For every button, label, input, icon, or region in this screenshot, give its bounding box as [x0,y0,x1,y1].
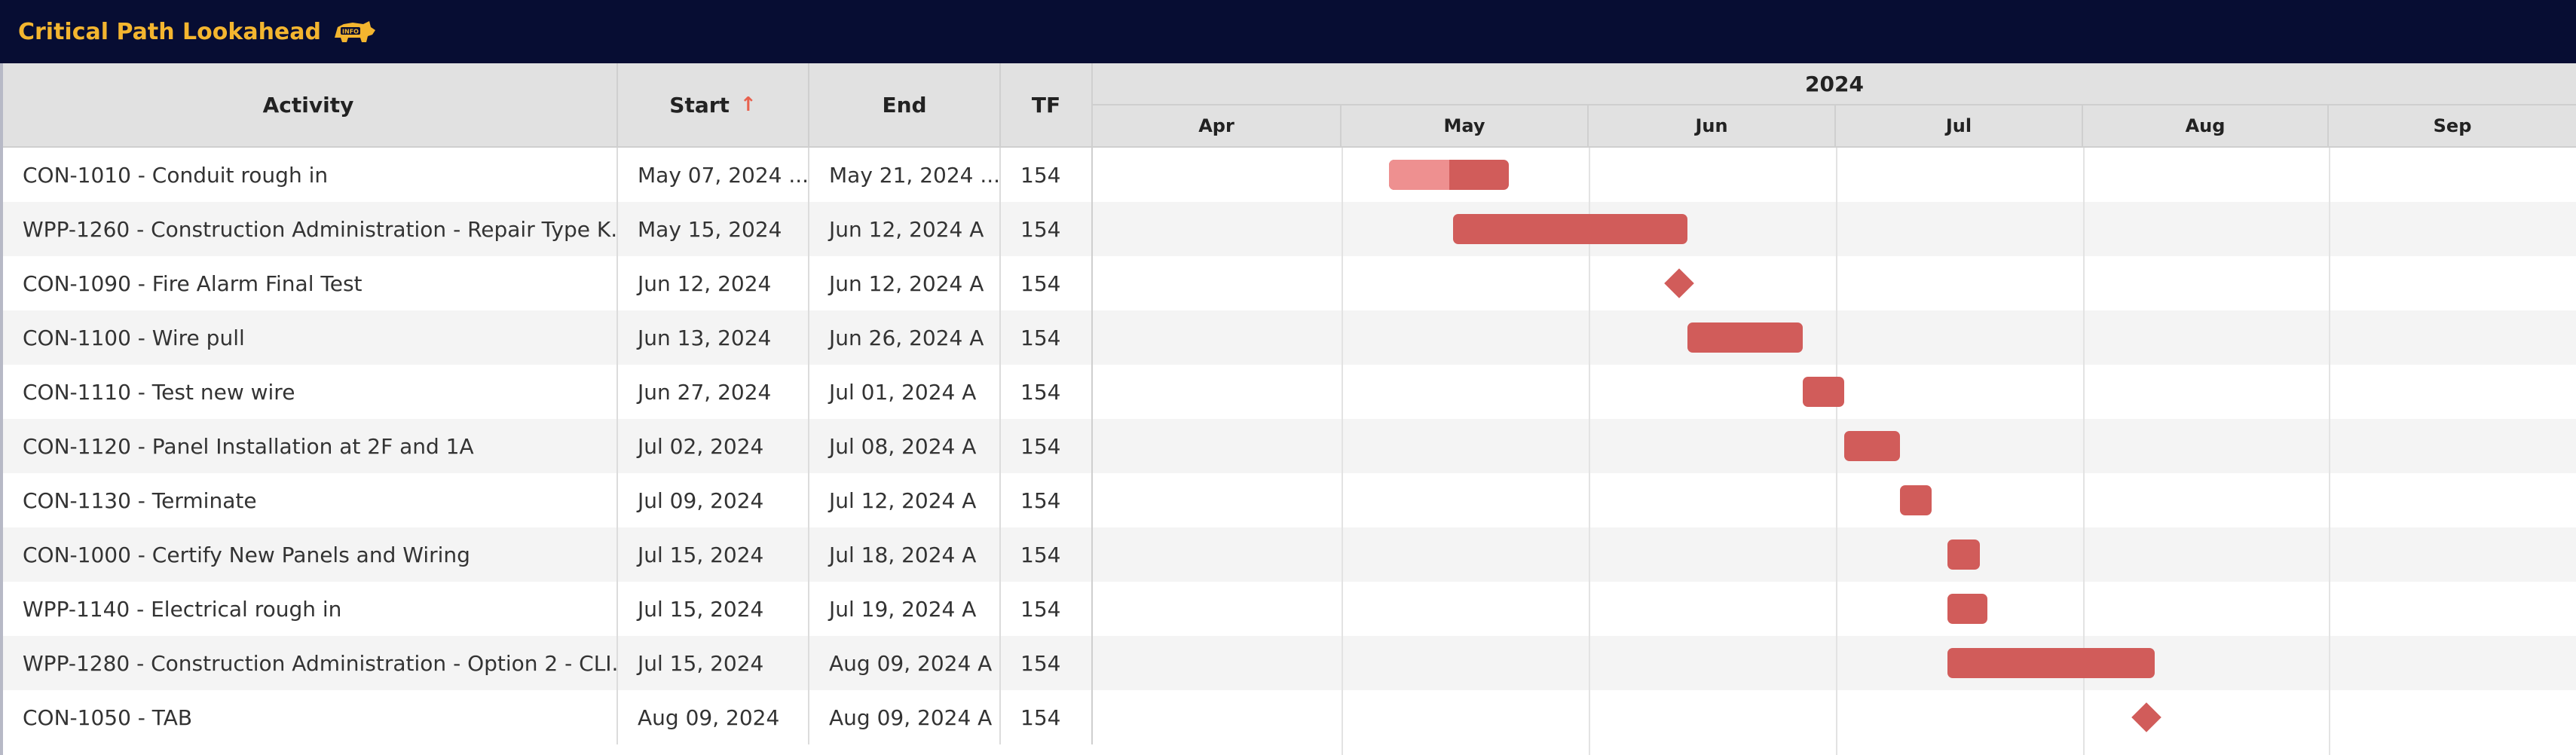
gantt-bar[interactable] [1687,322,1804,353]
total-float-cell: 154 [1001,473,1093,527]
timeline-month-jul: Jul [1836,105,2083,148]
activity-cell: CON-1090 - Fire Alarm Final Test [0,256,618,310]
table-row[interactable]: CON-1110 - Test new wire Jun 27, 2024 Jul … [0,365,2576,419]
gantt-bar[interactable] [1389,160,1510,190]
timeline-month-aug: Aug [2083,105,2329,148]
end-date-cell: Jul 12, 2024 A [809,473,1001,527]
gantt-bar[interactable] [1947,648,2155,678]
gantt-bar[interactable] [1803,377,1844,407]
timeline-month-jun: Jun [1589,105,1836,148]
start-date-cell: May 07, 2024 ... [618,148,809,202]
title-bar: Critical Path Lookahead INFO [0,0,2576,63]
start-date-cell: Jul 02, 2024 [618,419,809,473]
month-label: Sep [2433,115,2472,136]
column-header-tf-label: TF [1031,92,1061,118]
start-date-cell: Jun 12, 2024 [618,256,809,310]
total-float-cell: 154 [1001,582,1093,636]
table-row[interactable]: CON-1000 - Certify New Panels and Wiring… [0,527,2576,582]
end-date-cell: May 21, 2024 ... [809,148,1001,202]
timeline-month-sep: Sep [2329,105,2576,148]
end-date-cell: Jul 08, 2024 A [809,419,1001,473]
page-title: Critical Path Lookahead [18,18,321,45]
gantt-bar[interactable] [1453,214,1688,244]
total-float-cell: 154 [1001,636,1093,690]
table-row[interactable]: CON-1120 - Panel Installation at 2F and … [0,419,2576,473]
sort-ascending-icon[interactable]: ↑ [740,93,757,116]
month-gridline [2329,148,2330,755]
schedule-grid: Activity Start ↑ End TF 2024 Apr May Jun… [0,63,2576,755]
column-header-start[interactable]: Start ↑ [618,63,809,148]
app-window: Critical Path Lookahead INFO Activity St… [0,0,2576,755]
total-float-cell: 154 [1001,202,1093,256]
total-float-cell: 154 [1001,419,1093,473]
column-header-end[interactable]: End [809,63,1001,148]
activity-cell: CON-1100 - Wire pull [0,310,618,365]
activity-cell: WPP-1260 - Construction Administration -… [0,202,618,256]
timeline-year-label: 2024 [1805,71,1864,96]
start-date-cell: Jun 27, 2024 [618,365,809,419]
column-header-start-label: Start [669,92,730,118]
total-float-cell: 154 [1001,690,1093,744]
month-label: May [1443,115,1485,136]
end-date-cell: Jun 26, 2024 A [809,310,1001,365]
start-date-cell: Jul 15, 2024 [618,527,809,582]
month-label: Aug [2185,115,2226,136]
table-row[interactable]: WPP-1280 - Construction Administration -… [0,636,2576,690]
rhino-logo-icon: INFO [335,21,375,42]
end-date-cell: Aug 09, 2024 A [809,690,1001,744]
total-float-cell: 154 [1001,256,1093,310]
activity-cell: CON-1010 - Conduit rough in [0,148,618,202]
table-row[interactable]: CON-1050 - TAB Aug 09, 2024 Aug 09, 2024 A… [0,690,2576,744]
table-row[interactable]: CON-1010 - Conduit rough in May 07, 2024 … [0,148,2576,202]
activity-cell: CON-1130 - Terminate [0,473,618,527]
end-date-cell: Aug 09, 2024 A [809,636,1001,690]
total-float-cell: 154 [1001,310,1093,365]
table-row[interactable]: WPP-1140 - Electrical rough in Jul 15, 20… [0,582,2576,636]
column-header-activity-label: Activity [262,92,354,118]
timeline-month-apr: Apr [1093,105,1342,148]
end-date-cell: Jul 18, 2024 A [809,527,1001,582]
start-date-cell: Jul 09, 2024 [618,473,809,527]
activity-cell: CON-1120 - Panel Installation at 2F and … [0,419,618,473]
start-date-cell: May 15, 2024 [618,202,809,256]
total-float-cell: 154 [1001,365,1093,419]
end-date-cell: Jul 19, 2024 A [809,582,1001,636]
column-header-tf[interactable]: TF [1001,63,1093,148]
activity-cell: WPP-1280 - Construction Administration -… [0,636,618,690]
start-date-cell: Jun 13, 2024 [618,310,809,365]
start-date-cell: Jul 15, 2024 [618,582,809,636]
activity-cell: WPP-1140 - Electrical rough in [0,582,618,636]
left-edge [0,63,3,755]
end-date-cell: Jun 12, 2024 A [809,202,1001,256]
end-date-cell: Jul 01, 2024 A [809,365,1001,419]
gantt-bar-progress [1389,160,1449,190]
table-row[interactable]: WPP-1260 - Construction Administration -… [0,202,2576,256]
month-label: Jul [1945,115,1972,136]
column-header-activity[interactable]: Activity [0,63,618,148]
end-date-cell: Jun 12, 2024 A [809,256,1001,310]
activity-cell: CON-1110 - Test new wire [0,365,618,419]
month-label: Jun [1695,115,1728,136]
month-gridline [1836,148,1837,755]
month-label: Apr [1198,115,1234,136]
total-float-cell: 154 [1001,148,1093,202]
activity-cell: CON-1050 - TAB [0,690,618,744]
timeline-year-header: 2024 [1093,63,2576,105]
gantt-bar[interactable] [1899,485,1932,515]
gantt-bar[interactable] [1843,431,1900,461]
column-header-end-label: End [882,92,927,118]
total-float-cell: 154 [1001,527,1093,582]
start-date-cell: Aug 09, 2024 [618,690,809,744]
table-row[interactable]: CON-1130 - Terminate Jul 09, 2024 Jul 12, … [0,473,2576,527]
timeline-month-may: May [1342,105,1589,148]
gantt-bar[interactable] [1947,540,1980,570]
activity-cell: CON-1000 - Certify New Panels and Wiring [0,527,618,582]
gantt-bar[interactable] [1947,594,1988,624]
table-row[interactable]: CON-1090 - Fire Alarm Final Test Jun 12, … [0,256,2576,310]
month-gridline [1342,148,1343,755]
svg-text:INFO: INFO [342,29,359,35]
table-row[interactable]: CON-1100 - Wire pull Jun 13, 2024 Jun 26, … [0,310,2576,365]
start-date-cell: Jul 15, 2024 [618,636,809,690]
